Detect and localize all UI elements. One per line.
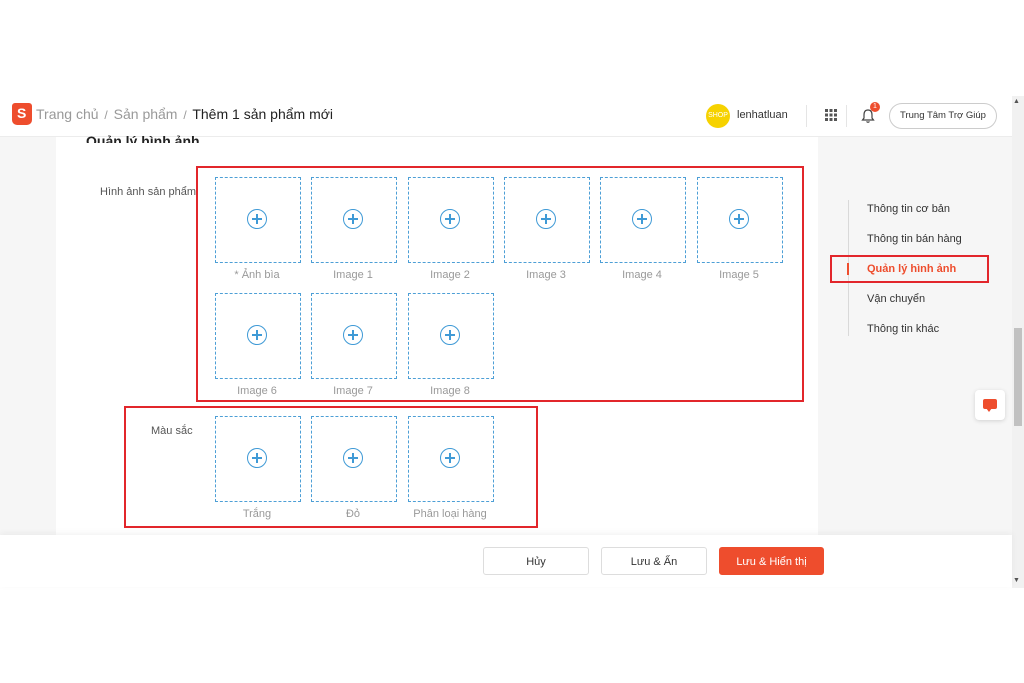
upload-image-2[interactable] <box>408 177 494 263</box>
breadcrumb-separator: / <box>183 108 187 122</box>
help-center-button[interactable]: Trung Tâm Trợ Giúp <box>889 103 997 129</box>
side-nav-shipping[interactable]: Vận chuyển <box>867 293 925 305</box>
content-gutter-left <box>0 137 56 535</box>
avatar[interactable]: SHOP <box>706 104 730 128</box>
breadcrumb-home[interactable]: Trang chủ <box>36 106 99 122</box>
section-title: Quản lý hình ảnh <box>86 133 200 143</box>
scrollbar-thumb[interactable] <box>1014 328 1022 426</box>
color-caption: Phân loại hàng <box>413 508 487 520</box>
add-circle-icon <box>247 325 267 345</box>
image-caption: Image 1 <box>333 269 373 281</box>
upload-color-variant[interactable] <box>408 416 494 502</box>
upload-image-4[interactable] <box>600 177 686 263</box>
username[interactable]: lenhatluan <box>737 109 788 121</box>
scroll-up-arrow-icon[interactable]: ▲ <box>1013 98 1020 105</box>
add-circle-icon <box>440 325 460 345</box>
upload-image-1[interactable] <box>311 177 397 263</box>
breadcrumb-separator: / <box>104 108 108 122</box>
notification-badge: 1 <box>870 102 880 112</box>
shopee-logo-icon[interactable]: S <box>12 103 32 125</box>
add-circle-icon <box>343 209 363 229</box>
add-circle-icon <box>729 209 749 229</box>
content-gutter-right <box>818 137 1012 535</box>
divider <box>806 105 807 127</box>
side-nav-basic-info[interactable]: Thông tin cơ bản <box>867 203 950 215</box>
side-nav-other-info[interactable]: Thông tin khác <box>867 323 939 335</box>
add-circle-icon <box>440 209 460 229</box>
image-caption: Image 4 <box>622 269 662 281</box>
image-caption: Image 5 <box>719 269 759 281</box>
product-images-label: Hình ảnh sản phẩm <box>100 186 197 198</box>
upload-image-6[interactable] <box>215 293 301 379</box>
add-circle-icon <box>632 209 652 229</box>
color-caption: Đỏ <box>345 508 361 520</box>
image-caption: Image 6 <box>237 385 277 397</box>
add-circle-icon <box>536 209 556 229</box>
upload-image-7[interactable] <box>311 293 397 379</box>
side-nav-sales-info[interactable]: Thông tin bán hàng <box>867 233 962 245</box>
add-circle-icon <box>343 325 363 345</box>
apps-grid-icon[interactable] <box>825 109 837 121</box>
image-caption: * Ảnh bìa <box>234 269 280 281</box>
image-caption: Image 2 <box>430 269 470 281</box>
image-caption: Image 3 <box>526 269 566 281</box>
side-nav-image-management[interactable]: Quản lý hình ảnh <box>867 263 956 275</box>
save-publish-button[interactable]: Lưu & Hiển thị <box>719 547 824 575</box>
color-caption: Trắng <box>242 508 272 520</box>
add-circle-icon <box>440 448 460 468</box>
upload-cover-image[interactable] <box>215 177 301 263</box>
add-circle-icon <box>247 448 267 468</box>
image-caption: Image 8 <box>430 385 470 397</box>
save-hide-button[interactable]: Lưu & Ẩn <box>601 547 707 575</box>
breadcrumb-products[interactable]: Sản phẩm <box>114 106 178 122</box>
breadcrumb-current: Thêm 1 sản phẩm mới <box>192 106 334 122</box>
chat-button[interactable] <box>975 390 1005 420</box>
divider <box>846 105 847 127</box>
scroll-down-arrow-icon[interactable]: ▼ <box>1013 577 1020 584</box>
add-circle-icon <box>343 448 363 468</box>
image-caption: Image 7 <box>333 385 373 397</box>
upload-image-5[interactable] <box>697 177 783 263</box>
action-footer: Hủy Lưu & Ẩn Lưu & Hiển thị <box>0 535 1012 587</box>
upload-color-red[interactable] <box>311 416 397 502</box>
upload-image-3[interactable] <box>504 177 590 263</box>
upload-color-white[interactable] <box>215 416 301 502</box>
add-circle-icon <box>247 209 267 229</box>
chat-icon <box>983 399 997 412</box>
upload-image-8[interactable] <box>408 293 494 379</box>
breadcrumb: Trang chủ / Sản phẩm / Thêm 1 sản phẩm m… <box>36 106 333 122</box>
cancel-button[interactable]: Hủy <box>483 547 589 575</box>
